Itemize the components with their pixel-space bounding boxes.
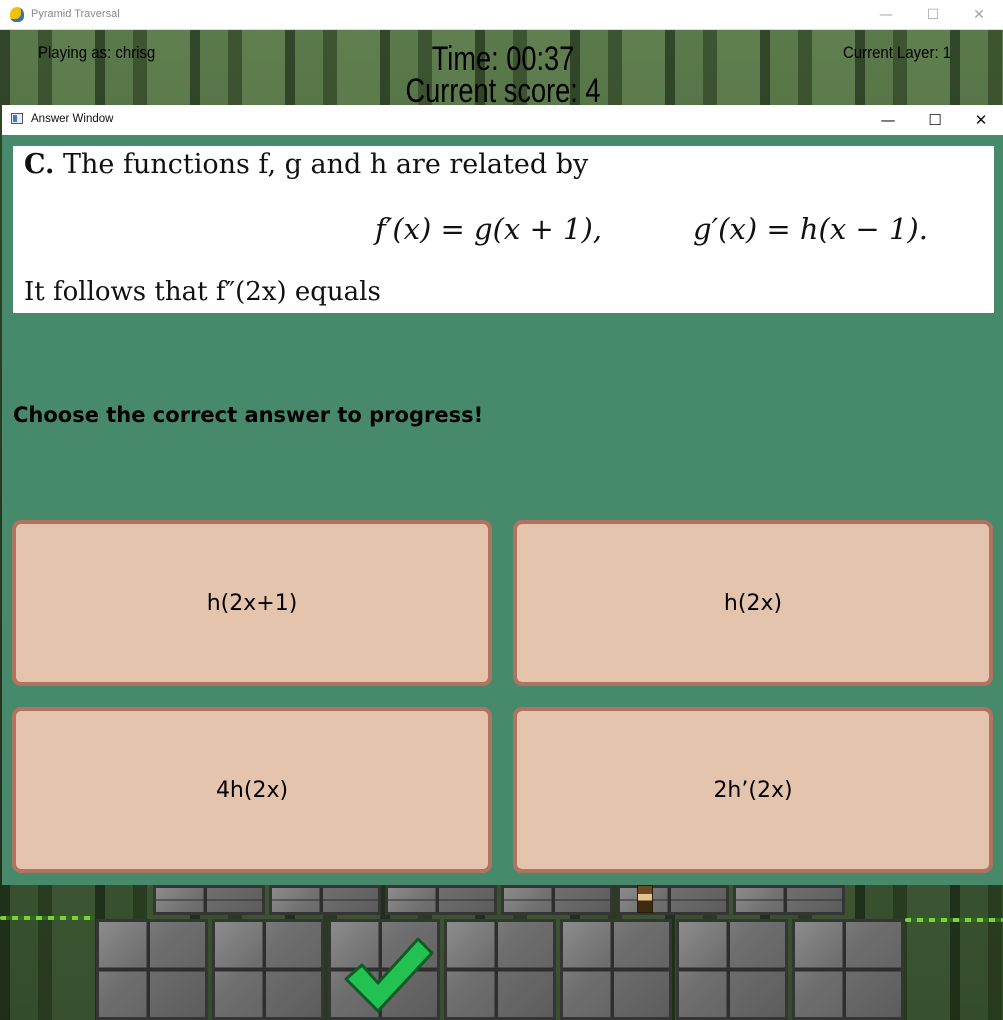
answer-minimize-button[interactable]: — (868, 109, 908, 131)
game-window-title: Pyramid Traversal (31, 8, 120, 20)
equation-left: f′(x) = g(x + 1), (375, 212, 602, 246)
checkmark-icon (344, 937, 434, 1013)
stone-block (153, 885, 265, 915)
stone-block (269, 885, 381, 915)
vine-left (0, 916, 95, 920)
stone-block[interactable] (96, 919, 208, 1020)
vine-right (905, 918, 1003, 922)
window-icon (11, 113, 23, 124)
answer-button-1[interactable]: h(2x+1) (12, 520, 492, 686)
game-titlebar: Pyramid Traversal — ☐ ✕ (0, 0, 1003, 30)
answer-close-button[interactable]: ✕ (961, 109, 1001, 131)
explorer-sprite (637, 885, 653, 913)
answer-window-titlebar: Answer Window — ☐ ✕ (2, 105, 1003, 135)
question-line-1: C. The functions f, g and h are related … (24, 149, 588, 180)
answer-button-4[interactable]: 2h’(2x) (513, 707, 993, 873)
python-app-icon (10, 7, 24, 22)
maximize-button[interactable]: ☐ (913, 4, 953, 26)
stone-block (617, 885, 729, 915)
instruction-prompt: Choose the correct answer to progress! (13, 403, 484, 427)
current-layer: Current Layer: 1 (843, 43, 952, 62)
stone-block[interactable] (676, 919, 788, 1020)
minimize-button[interactable]: — (866, 4, 906, 26)
stone-block (733, 885, 845, 915)
close-button[interactable]: ✕ (959, 4, 999, 26)
question-text: The functions f, g and h are related by (63, 149, 589, 180)
stone-block (385, 885, 497, 915)
stone-block[interactable] (444, 919, 556, 1020)
answer-button-3[interactable]: 4h(2x) (12, 707, 492, 873)
player-name: Playing as: chrisg (38, 43, 156, 62)
stone-block[interactable] (560, 919, 672, 1020)
question-label: C. (24, 149, 55, 180)
answer-window-title: Answer Window (31, 113, 114, 125)
answer-maximize-button[interactable]: ☐ (915, 109, 955, 131)
stone-block (501, 885, 613, 915)
answer-window: Answer Window — ☐ ✕ C. The functions f, … (2, 105, 1003, 885)
question-panel: C. The functions f, g and h are related … (13, 146, 994, 313)
stone-block[interactable] (792, 919, 904, 1020)
stone-block[interactable] (212, 919, 324, 1020)
answer-button-2[interactable]: h(2x) (513, 520, 993, 686)
equation-right: g′(x) = h(x − 1). (693, 212, 928, 246)
question-line-3: It follows that f″(2x) equals (24, 277, 381, 307)
